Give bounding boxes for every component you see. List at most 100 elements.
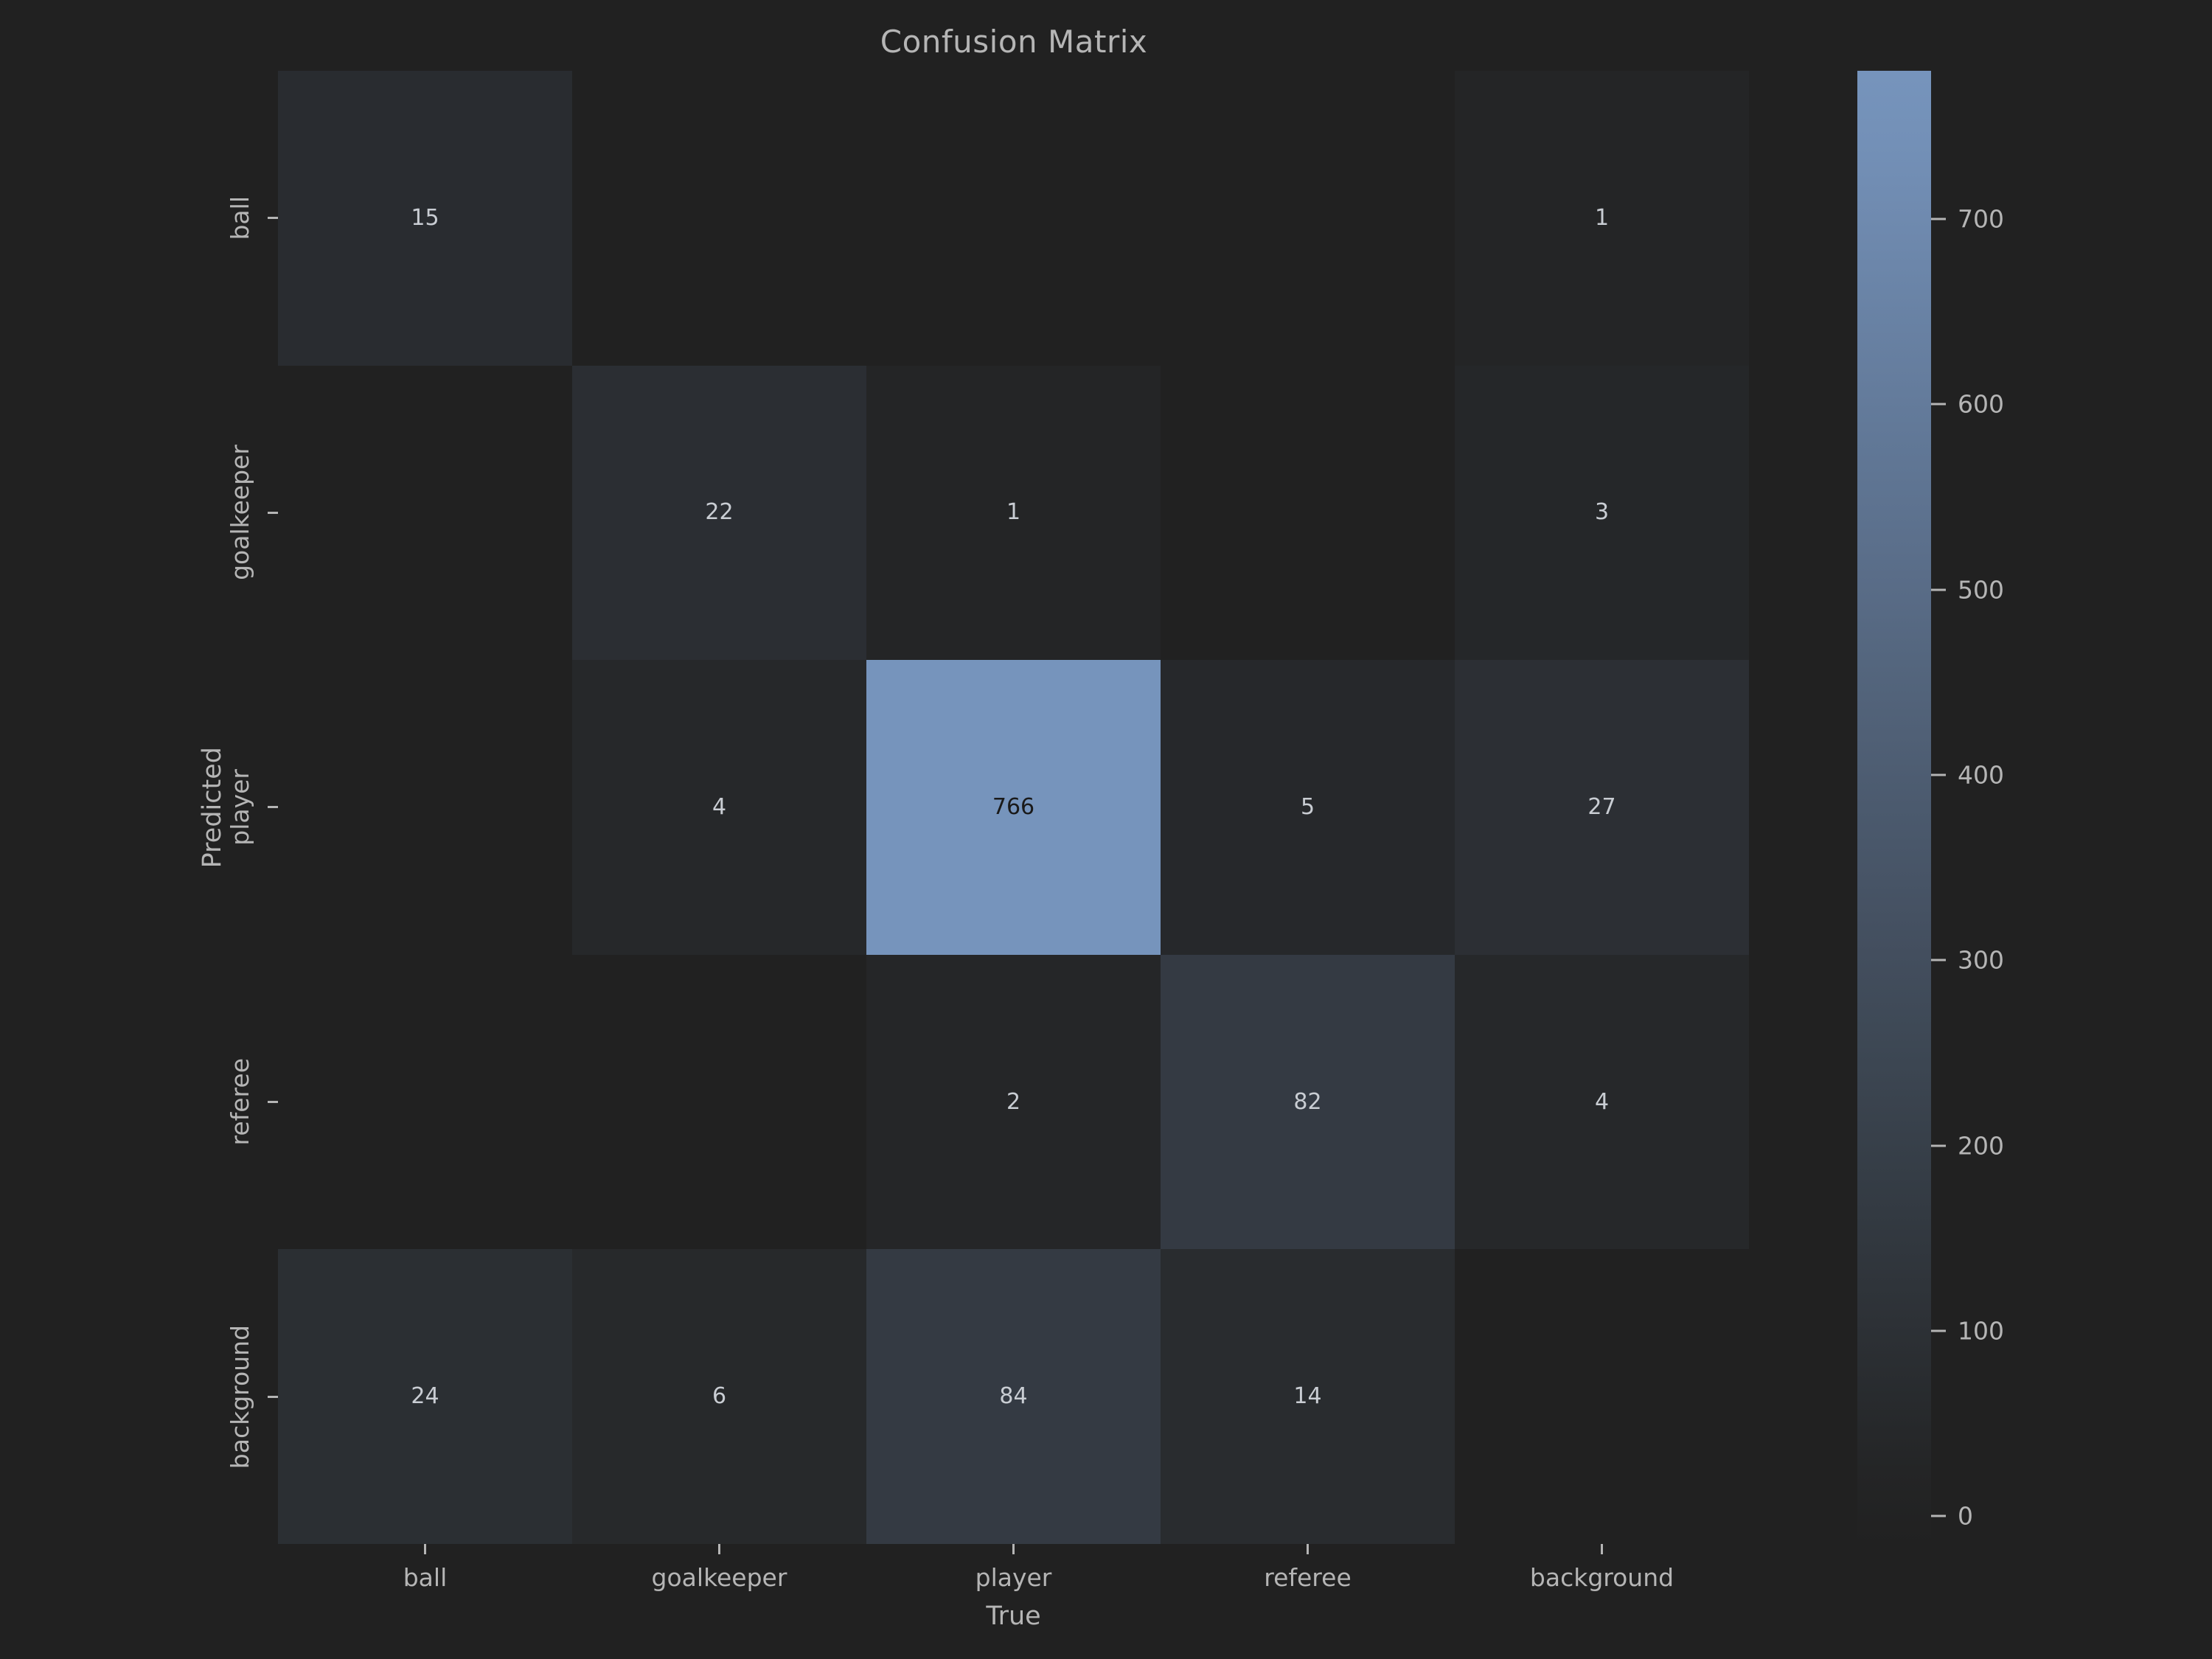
x-tick-mark bbox=[718, 1544, 720, 1554]
heatmap-cell bbox=[572, 71, 866, 366]
colorbar-tick-mark bbox=[1931, 959, 1946, 961]
heatmap-cell: 3 bbox=[1455, 365, 1749, 661]
x-tick-referee: referee bbox=[1161, 1544, 1455, 1592]
cell-value: 82 bbox=[1293, 1088, 1322, 1115]
y-tick-mark bbox=[268, 806, 278, 809]
heatmap-cell: 1 bbox=[866, 365, 1161, 661]
cell-value: 24 bbox=[411, 1383, 439, 1410]
colorbar-tick-label: 500 bbox=[1958, 575, 2004, 605]
y-tick-mark bbox=[268, 1101, 278, 1104]
figure-canvas: Confusion Matrix Predicted ball goalkeepe… bbox=[0, 0, 2212, 1659]
y-tick-player: player bbox=[0, 660, 278, 955]
colorbar-tick-mark bbox=[1931, 218, 1946, 220]
x-tick-goalkeeper: goalkeeper bbox=[572, 1544, 866, 1592]
heatmap-cell: 5 bbox=[1161, 660, 1455, 955]
x-tick-label: ball bbox=[403, 1563, 448, 1592]
colorbar-tick-mark bbox=[1931, 403, 1946, 406]
y-tick-label: player bbox=[226, 769, 254, 846]
heatmap-cell: 27 bbox=[1455, 660, 1749, 955]
heatmap-cell bbox=[1161, 71, 1455, 366]
colorbar-tick: 200 bbox=[1931, 1131, 2004, 1160]
cell-value: 6 bbox=[712, 1383, 727, 1410]
heatmap-cell: 4 bbox=[572, 660, 866, 955]
y-tick-background: background bbox=[0, 1249, 278, 1544]
y-tick-ball: ball bbox=[0, 71, 278, 366]
y-axis: Predicted ball goalkeeper player referee bac… bbox=[0, 71, 278, 1544]
heatmap-cell: 22 bbox=[572, 365, 866, 661]
y-tick-label: background bbox=[226, 1324, 254, 1469]
x-tick-label: background bbox=[1529, 1563, 1674, 1592]
heatmap-cell bbox=[278, 660, 572, 955]
colorbar-tick-label: 700 bbox=[1958, 204, 2004, 234]
heatmap-cell: 766 bbox=[866, 660, 1161, 955]
cell-value: 15 bbox=[411, 204, 439, 231]
colorbar-tick: 500 bbox=[1931, 575, 2004, 604]
x-tick-mark bbox=[1012, 1544, 1015, 1554]
heatmap-cell bbox=[866, 71, 1161, 366]
y-tick-mark bbox=[268, 511, 278, 514]
x-tick-mark bbox=[424, 1544, 426, 1554]
colorbar-tick-label: 300 bbox=[1958, 945, 2004, 975]
heatmap-cell: 4 bbox=[1455, 954, 1749, 1250]
cell-value: 766 bbox=[992, 793, 1035, 820]
cell-value: 3 bbox=[1594, 499, 1610, 526]
heatmap-cell bbox=[572, 954, 866, 1250]
y-tick-goalkeeper: goalkeeper bbox=[0, 366, 278, 661]
heatmap-grid: 15 1 22 1 3 4 766 5 27 2 82 4 24 6 84 14 bbox=[278, 71, 1749, 1544]
colorbar-tick-mark bbox=[1931, 1514, 1946, 1517]
x-tick-label: goalkeeper bbox=[651, 1563, 787, 1592]
y-tick-mark bbox=[268, 217, 278, 220]
cell-value: 4 bbox=[712, 793, 727, 820]
colorbar-tick-mark bbox=[1931, 1329, 1946, 1332]
colorbar-tick-label: 600 bbox=[1958, 389, 2004, 419]
heatmap-cell: 24 bbox=[278, 1249, 572, 1544]
colorbar-tick: 300 bbox=[1931, 946, 2004, 975]
cell-value: 5 bbox=[1300, 793, 1315, 820]
colorbar-tick-label: 200 bbox=[1958, 1131, 2004, 1161]
x-tick-label: player bbox=[975, 1563, 1052, 1592]
y-tick-label: referee bbox=[226, 1058, 254, 1146]
heatmap-cell: 2 bbox=[866, 954, 1161, 1250]
x-tick-label: referee bbox=[1264, 1563, 1352, 1592]
y-tick-referee: referee bbox=[0, 955, 278, 1250]
colorbar-tick: 400 bbox=[1931, 761, 2004, 790]
heatmap-cell bbox=[1455, 1249, 1749, 1544]
x-tick-mark bbox=[1601, 1544, 1603, 1554]
colorbar-tick-label: 400 bbox=[1958, 760, 2004, 790]
y-tick-mark bbox=[268, 1395, 278, 1398]
colorbar-tick-mark bbox=[1931, 588, 1946, 591]
heatmap-cell bbox=[278, 365, 572, 661]
x-tick-ball: ball bbox=[278, 1544, 572, 1592]
colorbar-tick-label: 100 bbox=[1958, 1316, 2004, 1346]
heatmap-cell: 14 bbox=[1161, 1249, 1455, 1544]
cell-value: 14 bbox=[1293, 1383, 1322, 1410]
x-tick-background: background bbox=[1455, 1544, 1749, 1592]
heatmap-cell: 15 bbox=[278, 71, 572, 366]
x-axis: ball goalkeeper player referee background bbox=[278, 1544, 1749, 1655]
heatmap-cell bbox=[1161, 365, 1455, 661]
heatmap-cell: 82 bbox=[1161, 954, 1455, 1250]
heatmap-cell bbox=[278, 954, 572, 1250]
x-tick-player: player bbox=[866, 1544, 1161, 1592]
colorbar-tick: 700 bbox=[1931, 205, 2004, 234]
colorbar-tick-mark bbox=[1931, 1144, 1946, 1147]
y-tick-label: goalkeeper bbox=[226, 445, 254, 581]
cell-value: 84 bbox=[999, 1383, 1028, 1410]
colorbar-tick: 0 bbox=[1931, 1502, 1973, 1531]
heatmap-cell: 6 bbox=[572, 1249, 866, 1544]
colorbar-tick: 100 bbox=[1931, 1316, 2004, 1345]
page-title: Confusion Matrix bbox=[880, 24, 1148, 60]
y-tick-label: ball bbox=[226, 196, 254, 240]
colorbar-tick: 600 bbox=[1931, 390, 2004, 419]
colorbar-gradient bbox=[1857, 71, 1931, 1544]
cell-value: 2 bbox=[1006, 1088, 1021, 1115]
x-tick-mark bbox=[1307, 1544, 1309, 1554]
heatmap-cell: 84 bbox=[866, 1249, 1161, 1544]
colorbar: 700 600 500 400 300 200 100 0 bbox=[1857, 71, 2167, 1544]
cell-value: 1 bbox=[1594, 204, 1610, 231]
cell-value: 4 bbox=[1594, 1088, 1610, 1115]
colorbar-tick-mark bbox=[1931, 773, 1946, 776]
cell-value: 1 bbox=[1006, 499, 1021, 526]
cell-value: 27 bbox=[1587, 793, 1616, 820]
heatmap-cell: 1 bbox=[1455, 71, 1749, 366]
